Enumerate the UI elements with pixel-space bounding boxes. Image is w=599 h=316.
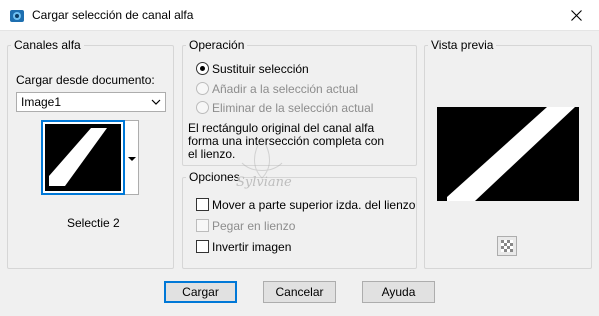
preview-image bbox=[437, 107, 579, 201]
title-bar: Cargar selección de canal alfa bbox=[0, 0, 599, 31]
cancel-button[interactable]: Cancelar bbox=[263, 281, 336, 303]
checkbox-move-top-left[interactable] bbox=[196, 198, 209, 211]
dialog-body: Canales alfa Cargar desde documento: Ima… bbox=[0, 31, 599, 316]
radio-add-label[interactable]: Añadir a la selección actual bbox=[212, 82, 358, 96]
radio-replace-label[interactable]: Sustituir selección bbox=[212, 62, 309, 76]
radio-replace-selection[interactable] bbox=[196, 62, 209, 75]
watermark-text: Sylviane bbox=[236, 175, 292, 190]
document-select[interactable]: Image1 bbox=[16, 92, 166, 112]
watermark-graphic bbox=[241, 137, 283, 179]
checkerboard-icon bbox=[501, 240, 513, 252]
channel-thumbnail[interactable] bbox=[41, 120, 125, 195]
checkbox-invert-image-label[interactable]: Invertir imagen bbox=[212, 240, 291, 254]
dropdown-arrow-icon bbox=[128, 157, 136, 161]
channel-name: Selectie 2 bbox=[67, 216, 120, 230]
load-from-document-label: Cargar desde documento: bbox=[16, 73, 155, 87]
channel-thumbnail-image bbox=[45, 124, 121, 191]
radio-remove-selection[interactable] bbox=[196, 101, 209, 114]
checkbox-paste-on-canvas[interactable] bbox=[196, 219, 209, 232]
channel-dropdown-button[interactable] bbox=[125, 120, 139, 195]
document-select-value: Image1 bbox=[21, 95, 62, 109]
checkbox-invert-image[interactable] bbox=[196, 240, 209, 253]
help-button[interactable]: Ayuda bbox=[362, 281, 435, 303]
load-button[interactable]: Cargar bbox=[164, 281, 237, 303]
window-title: Cargar selección de canal alfa bbox=[32, 8, 194, 22]
preview-diagonal-stripe bbox=[447, 107, 575, 201]
close-icon bbox=[570, 10, 582, 21]
preview-toggle-button[interactable] bbox=[497, 236, 517, 256]
preview-legend: Vista previa bbox=[431, 38, 494, 52]
chevron-down-icon bbox=[151, 99, 161, 105]
radio-add-selection[interactable] bbox=[196, 82, 209, 95]
app-icon bbox=[10, 10, 24, 22]
checkbox-paste-on-canvas-label[interactable]: Pegar en lienzo bbox=[212, 219, 295, 233]
operation-legend: Operación bbox=[189, 38, 245, 52]
alpha-channels-legend: Canales alfa bbox=[14, 38, 81, 52]
radio-remove-label[interactable]: Eliminar de la selección actual bbox=[212, 101, 373, 115]
diagonal-stripe-thumb bbox=[49, 128, 107, 186]
close-button[interactable] bbox=[553, 0, 599, 31]
